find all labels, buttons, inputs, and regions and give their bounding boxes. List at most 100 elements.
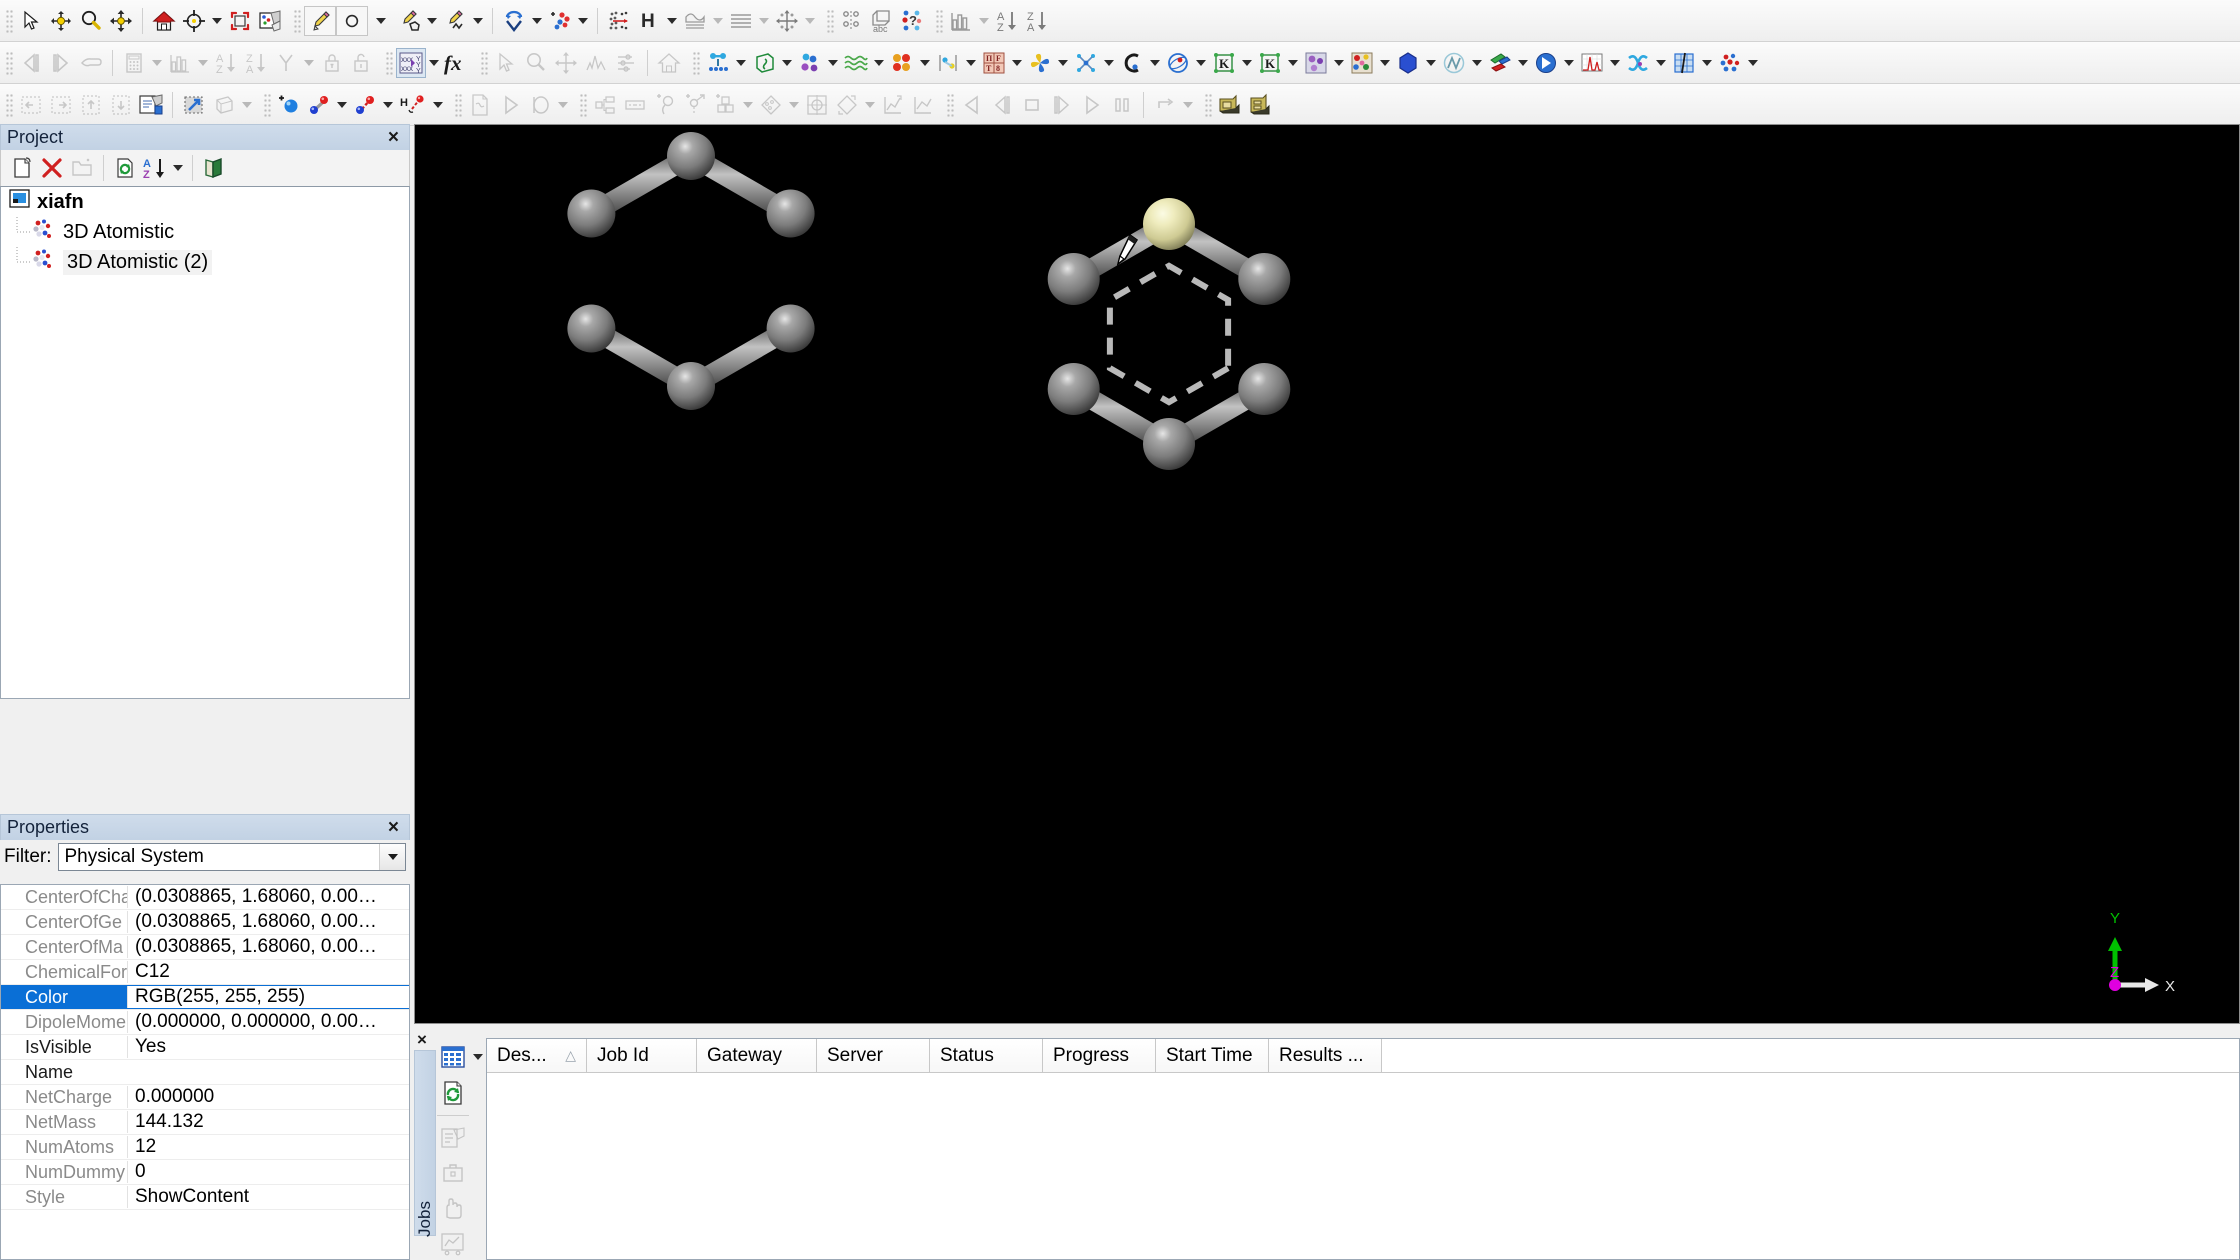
loop-animation-dropdown[interactable]	[1180, 90, 1196, 120]
molecule-3d-viewport[interactable]: Y X Z	[414, 124, 2240, 1024]
atom[interactable]	[1047, 363, 1100, 415]
toolbar-gripper[interactable]	[454, 91, 462, 118]
chart-dropdown[interactable]	[195, 48, 211, 78]
blends-icon[interactable]	[795, 48, 825, 78]
filter-icon[interactable]	[271, 48, 301, 78]
sort-descending-icon[interactable]: Z A	[1022, 6, 1052, 36]
atom[interactable]	[766, 304, 815, 353]
unlock-icon[interactable]	[347, 48, 377, 78]
jobs-panel-tab[interactable]: Jobs	[414, 1050, 436, 1237]
add-hydrogen-icon[interactable]: H	[634, 6, 664, 36]
sidebar-item-3d-atomistic[interactable]: 3D Atomistic	[1, 217, 409, 247]
castep-dropdown[interactable]	[1239, 48, 1255, 78]
transform-object-icon[interactable]	[832, 90, 862, 120]
insert-row-above-icon[interactable]	[76, 90, 106, 120]
sketch-ring-dropdown[interactable]	[368, 6, 394, 36]
study-table-icon[interactable]: xxx xxx Y Y Y	[396, 47, 426, 78]
equilibria-icon[interactable]	[1623, 48, 1653, 78]
dmol-dropdown[interactable]	[1193, 48, 1209, 78]
property-value[interactable]: 0.000000	[127, 1086, 409, 1108]
adsorption-locator-dropdown[interactable]	[1561, 48, 1577, 78]
amorphous-cell-dropdown[interactable]	[779, 48, 795, 78]
job-stop-icon[interactable]	[436, 1193, 470, 1225]
castep-icon[interactable]: K	[1209, 48, 1239, 78]
build-surface-icon[interactable]	[680, 6, 710, 36]
nmr-dropdown[interactable]	[1699, 48, 1715, 78]
forcite-icon[interactable]	[933, 48, 963, 78]
play-forward-icon[interactable]	[1077, 90, 1107, 120]
adjust-axis-icon[interactable]	[611, 48, 641, 78]
toolbar-gripper[interactable]	[293, 7, 301, 34]
build-layer-dropdown[interactable]	[756, 6, 772, 36]
reflex-icon[interactable]	[1071, 48, 1101, 78]
polymer-builder-dropdown[interactable]	[733, 48, 749, 78]
chevron-down-icon[interactable]	[379, 844, 405, 870]
edit-bond-icon[interactable]	[350, 90, 380, 120]
jobs-column-header[interactable]: Status	[930, 1039, 1043, 1072]
atom-info-icon[interactable]: ?	[897, 6, 927, 36]
job-archive-icon[interactable]	[436, 1157, 470, 1189]
property-value[interactable]: C12	[127, 961, 409, 983]
job-table-dropdown[interactable]	[470, 1042, 486, 1072]
cluster-analysis-icon[interactable]	[1715, 48, 1745, 78]
new-document-icon[interactable]	[7, 153, 37, 183]
atom[interactable]	[766, 189, 815, 238]
property-row[interactable]: NetMass 144.132	[1, 1110, 409, 1135]
jobs-column-header[interactable]: Progress	[1043, 1039, 1156, 1072]
hydrogen-bond-dropdown[interactable]	[430, 90, 446, 120]
properties-grid[interactable]: CenterOfCha (0.0308865, 1.68060, 0.00… Cen…	[0, 884, 410, 1260]
jobs-column-header[interactable]: Des... △	[487, 1039, 587, 1072]
morphology-icon[interactable]	[1485, 48, 1515, 78]
property-value[interactable]: (0.000000, 0.000000, 0.00…	[127, 1011, 409, 1033]
jobs-column-header[interactable]: Gateway	[697, 1039, 817, 1072]
property-row[interactable]: CenterOfGe (0.0308865, 1.68060, 0.00…	[1, 910, 409, 935]
calculator-dropdown[interactable]	[149, 48, 165, 78]
toolbar-gripper[interactable]	[579, 91, 587, 118]
plot-object-icon[interactable]	[878, 90, 908, 120]
conformers-dropdown[interactable]	[871, 48, 887, 78]
sketch-chain-icon[interactable]	[440, 6, 470, 36]
rotate-tool-icon[interactable]	[46, 6, 76, 36]
jobs-column-header[interactable]: Job Id	[587, 1039, 697, 1072]
atom[interactable]	[667, 362, 715, 410]
atom[interactable]	[567, 189, 616, 238]
property-row[interactable]: Style ShowContent	[1, 1185, 409, 1210]
property-row[interactable]: IsVisible Yes	[1, 1035, 409, 1060]
add-atom-icon[interactable]	[274, 90, 304, 120]
synthia-dropdown[interactable]	[917, 48, 933, 78]
property-value[interactable]: 0	[127, 1161, 409, 1183]
toolbar-gripper[interactable]	[385, 49, 393, 76]
cluster-analysis-dropdown[interactable]	[1745, 48, 1761, 78]
loop-animation-icon[interactable]	[1150, 90, 1180, 120]
sort-ascending-icon[interactable]: AZ	[211, 48, 241, 78]
jobs-column-header[interactable]: Start Time	[1156, 1039, 1269, 1072]
next-frame-icon[interactable]	[46, 48, 76, 78]
add-group-icon[interactable]	[710, 90, 740, 120]
conformers-icon[interactable]	[841, 48, 871, 78]
select-tool-icon[interactable]	[16, 6, 46, 36]
xrd-analysis-dropdown[interactable]	[1607, 48, 1623, 78]
cascade-windows-icon[interactable]	[1245, 90, 1275, 120]
atom[interactable]	[1238, 253, 1291, 305]
stop-icon[interactable]	[1017, 90, 1047, 120]
property-row[interactable]: ChemicalFormC12	[1, 960, 409, 985]
play-reverse-icon[interactable]	[957, 90, 987, 120]
create-bond-dropdown[interactable]	[334, 90, 350, 120]
add-vector-icon[interactable]	[680, 90, 710, 120]
build-surface-dropdown[interactable]	[710, 6, 726, 36]
sketch-fragment-dropdown[interactable]	[424, 6, 440, 36]
job-table-icon[interactable]	[436, 1040, 470, 1074]
symmetry-icon[interactable]	[772, 6, 802, 36]
sort-ascending-icon[interactable]: A Z	[992, 6, 1022, 36]
refresh-jobs-icon[interactable]	[436, 1077, 470, 1109]
mesocite-dropdown[interactable]	[1331, 48, 1347, 78]
qsar-dropdown[interactable]	[1469, 48, 1485, 78]
property-row[interactable]: Color RGB(255, 255, 255)	[1, 985, 409, 1010]
pointer-hand-icon[interactable]	[76, 48, 106, 78]
property-value[interactable]: (0.0308865, 1.68060, 0.00…	[127, 886, 409, 908]
edit-shape-icon[interactable]	[756, 90, 786, 120]
sidebar-item-3d-atomistic-2[interactable]: 3D Atomistic (2)	[1, 247, 409, 277]
zoom-tool-icon[interactable]	[76, 6, 106, 36]
hydrogen-bond-icon[interactable]: H	[396, 90, 430, 120]
nmr-icon[interactable]	[1669, 48, 1699, 78]
